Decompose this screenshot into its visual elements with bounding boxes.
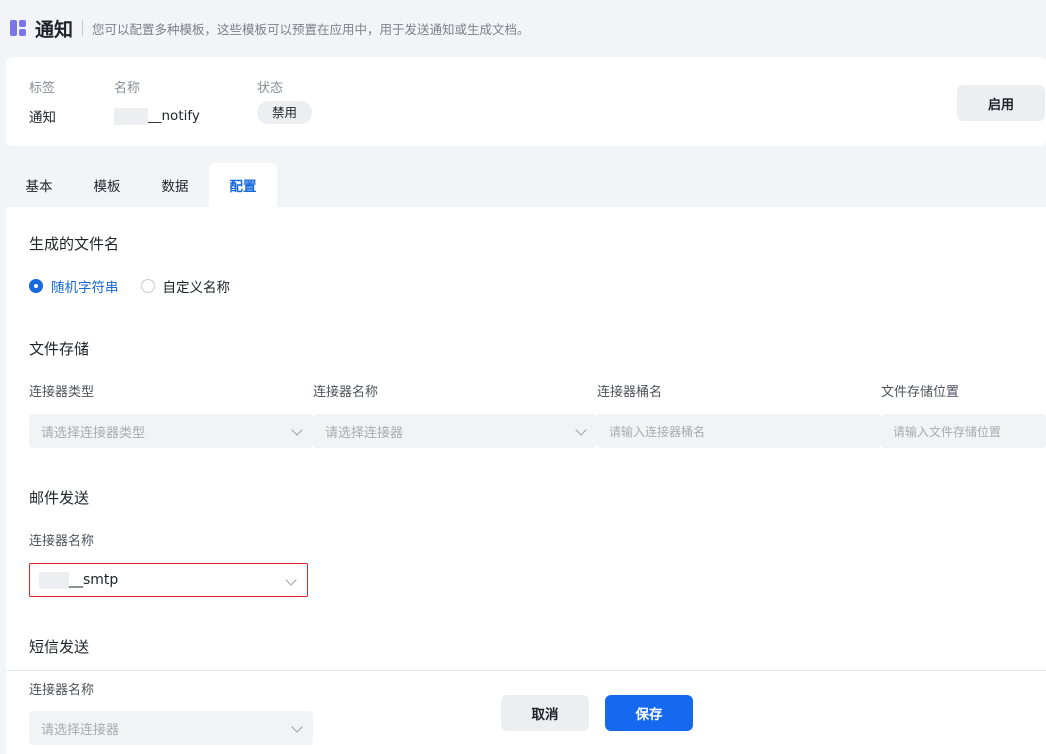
radio-checked-icon xyxy=(29,279,43,293)
template-info-card: 标签 通知 名称 __notify 状态 禁用 启用 xyxy=(6,57,1046,146)
status-column: 状态 禁用 xyxy=(257,77,313,124)
masked-text xyxy=(39,571,69,589)
page-title: 通知 xyxy=(35,18,74,41)
page-description: 您可以配置多种模板，这些模板可以预置在应用中，用于发送通知或生成文档。 xyxy=(92,21,530,37)
chevron-down-icon xyxy=(291,721,303,733)
select-value: __smtp xyxy=(69,572,119,588)
connector-name-select[interactable]: 请选择连接器 xyxy=(313,414,597,448)
filename-section-title: 生成的文件名 xyxy=(29,235,120,253)
storage-section-title: 文件存储 xyxy=(29,340,90,358)
chevron-down-icon xyxy=(285,574,297,586)
chevron-down-icon xyxy=(291,424,303,436)
sms-connector-select[interactable]: 请选择连接器 xyxy=(29,711,313,745)
radio-unchecked-icon xyxy=(140,279,155,293)
input-placeholder: 请输入连接器桶名 xyxy=(609,424,706,439)
footer-divider xyxy=(6,670,1046,671)
tab-basic[interactable]: 基本 xyxy=(14,163,64,207)
radio-random-string[interactable]: 随机字符串 xyxy=(29,276,119,296)
tab-config[interactable]: 配置 xyxy=(209,163,277,207)
bucket-name-input[interactable]: 请输入连接器桶名 xyxy=(597,414,881,448)
tag-column: 标签 通知 xyxy=(29,77,56,126)
bucket-name-label: 连接器桶名 xyxy=(597,385,663,400)
cancel-button[interactable]: 取消 xyxy=(501,695,589,731)
storage-location-input[interactable]: 请输入文件存储位置 xyxy=(881,414,1046,448)
config-panel: 生成的文件名 随机字符串 自定义名称 文件存储 连接器类型 连接器名称 连接器桶… xyxy=(6,207,1046,754)
name-column: 名称 __notify xyxy=(114,77,200,126)
tab-bar: 基本 模板 数据 配置 xyxy=(6,163,1046,207)
connector-name-label: 连接器名称 xyxy=(313,385,379,400)
select-placeholder: 请选择连接器类型 xyxy=(41,425,146,441)
input-placeholder: 请输入文件存储位置 xyxy=(893,424,1002,439)
name-suffix: __notify xyxy=(148,108,200,124)
filename-radio-group: 随机字符串 自定义名称 xyxy=(29,276,252,296)
email-connector-select[interactable]: __smtp xyxy=(29,563,308,597)
save-button[interactable]: 保存 xyxy=(605,695,693,731)
enable-button[interactable]: 启用 xyxy=(957,85,1045,121)
tag-value: 通知 xyxy=(29,110,56,126)
name-label: 名称 xyxy=(114,81,141,96)
radio-custom-name[interactable]: 自定义名称 xyxy=(140,276,231,296)
radio-label: 自定义名称 xyxy=(162,280,231,296)
connector-type-label: 连接器类型 xyxy=(29,385,95,400)
page-header: 通知 您可以配置多种模板，这些模板可以预置在应用中，用于发送通知或生成文档。 xyxy=(0,0,1046,56)
status-label: 状态 xyxy=(257,81,284,96)
select-placeholder: 请选择连接器 xyxy=(325,425,404,441)
tab-template[interactable]: 模板 xyxy=(82,163,132,207)
email-connector-label: 连接器名称 xyxy=(29,534,95,549)
storage-location-label: 文件存储位置 xyxy=(881,385,960,400)
chevron-down-icon xyxy=(575,424,587,436)
sms-connector-label: 连接器名称 xyxy=(29,683,95,698)
tab-data[interactable]: 数据 xyxy=(150,163,200,207)
select-placeholder: 请选择连接器 xyxy=(41,722,120,738)
masked-text xyxy=(114,107,148,125)
title-divider xyxy=(82,20,84,36)
sms-section-title: 短信发送 xyxy=(29,638,90,656)
grid-app-icon xyxy=(10,20,26,36)
tag-label: 标签 xyxy=(29,81,56,96)
email-section-title: 邮件发送 xyxy=(29,489,90,507)
connector-type-select[interactable]: 请选择连接器类型 xyxy=(29,414,313,448)
radio-label: 随机字符串 xyxy=(51,280,119,296)
status-badge: 禁用 xyxy=(257,101,313,124)
name-value: __notify xyxy=(114,106,200,126)
